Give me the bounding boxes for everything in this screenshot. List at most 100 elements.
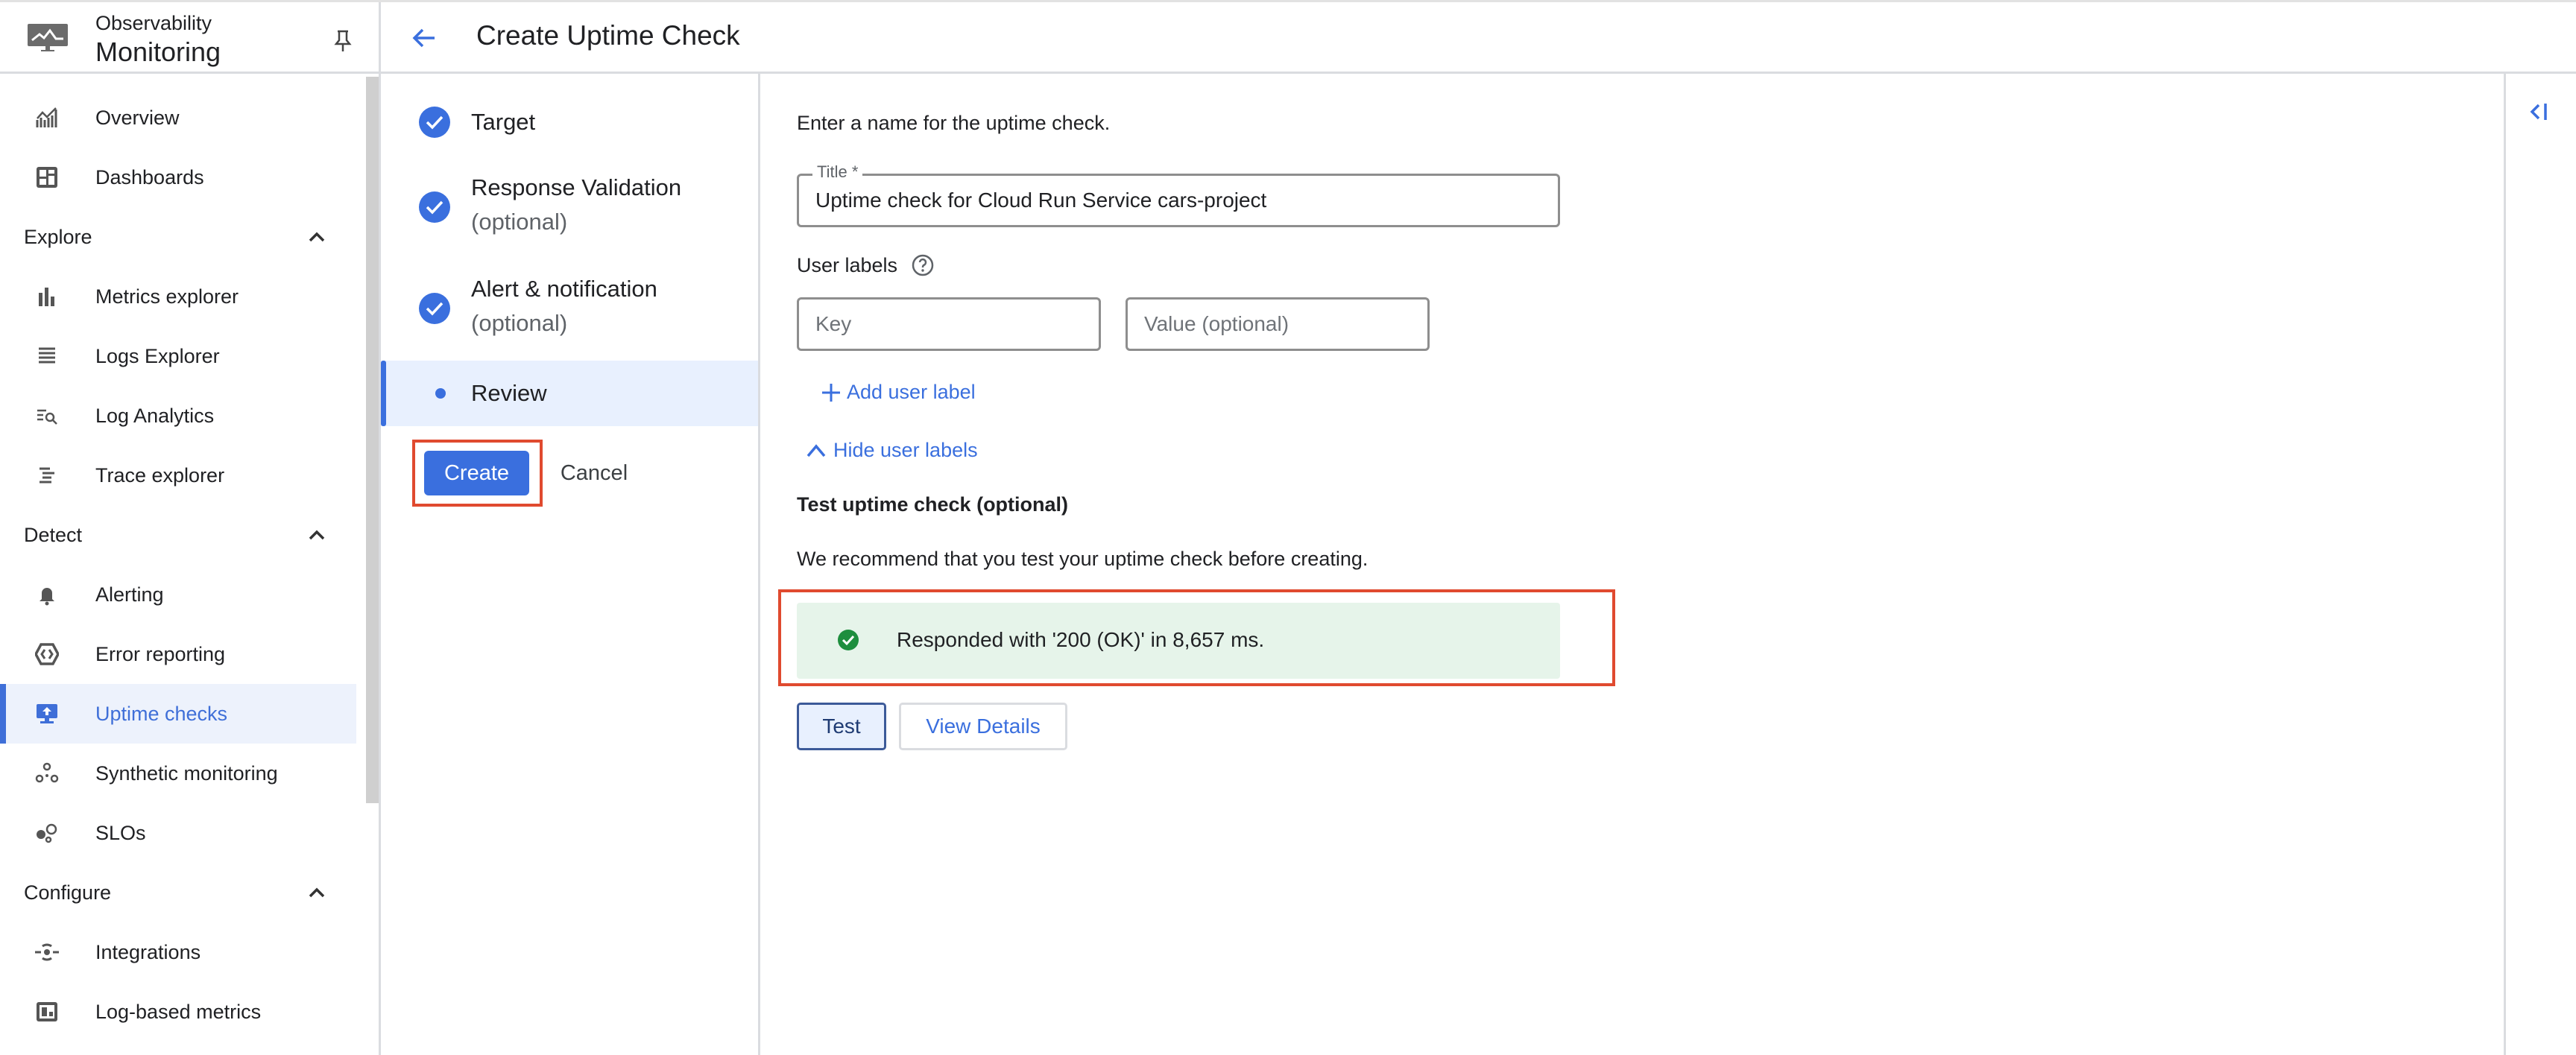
- collapsed-side-panel: [2504, 74, 2576, 1055]
- sidebar-item-log-analytics[interactable]: Log Analytics: [0, 386, 356, 446]
- section-label: Detect: [24, 523, 83, 546]
- check-circle-icon: [838, 630, 859, 650]
- user-labels-label: User labels: [797, 253, 898, 276]
- step-response-validation[interactable]: Response Validation (optional): [381, 171, 758, 239]
- sidebar-item-label: Error reporting: [95, 642, 226, 665]
- step-review[interactable]: Review: [381, 361, 758, 426]
- check-circle-icon: [419, 107, 450, 138]
- sidebar-item-trace-explorer[interactable]: Trace explorer: [0, 446, 356, 505]
- title-input-value[interactable]: Uptime check for Cloud Run Service cars-…: [815, 188, 1266, 212]
- step-alert-notification[interactable]: Alert & notification (optional): [381, 272, 758, 340]
- test-section-heading: Test uptime check (optional): [797, 493, 1069, 516]
- overview-chart-icon: [34, 105, 60, 130]
- sidebar-scrollbar[interactable]: [366, 77, 379, 803]
- step-label: Target: [471, 109, 536, 135]
- sidebar-item-metrics-explorer[interactable]: Metrics explorer: [0, 267, 356, 326]
- step-label: Response Validation: [471, 174, 682, 200]
- check-circle-icon: [419, 293, 450, 324]
- monitoring-product-icon: [28, 24, 68, 51]
- sidebar-item-overview[interactable]: Overview: [0, 88, 356, 148]
- dashboard-icon: [34, 165, 60, 190]
- list-icon: [34, 343, 60, 369]
- log-search-icon: [34, 403, 60, 428]
- view-details-button[interactable]: View Details: [899, 703, 1067, 750]
- back-arrow-icon[interactable]: [408, 22, 441, 54]
- chevron-up-icon[interactable]: [306, 525, 328, 545]
- title-field-label: Title *: [812, 162, 863, 182]
- bar-chart-icon: [34, 284, 60, 309]
- create-button[interactable]: Create: [424, 451, 529, 495]
- section-label: Configure: [24, 881, 112, 904]
- label-value-field[interactable]: Value (optional): [1126, 297, 1430, 351]
- sidebar-item-label: Log-based metrics: [95, 1000, 262, 1023]
- bell-icon: [34, 582, 60, 607]
- hide-user-labels-button[interactable]: Hide user labels: [805, 439, 978, 462]
- log-metrics-icon: [34, 999, 60, 1024]
- step-label: Alert & notification: [471, 276, 657, 302]
- product-header: Observability Monitoring: [0, 2, 379, 74]
- sidebar-item-log-based-metrics[interactable]: Log-based metrics: [0, 982, 356, 1042]
- sidebar-item-label: Integrations: [95, 940, 201, 963]
- label-key-field[interactable]: Key: [797, 297, 1101, 351]
- product-name: Monitoring: [95, 37, 221, 67]
- section-label: Explore: [24, 225, 92, 248]
- current-step-dot-icon: [435, 388, 446, 399]
- sidebar-item-error-reporting[interactable]: Error reporting: [0, 624, 356, 684]
- step-optional-label: (optional): [471, 209, 568, 235]
- expand-panel-icon[interactable]: [2528, 101, 2551, 123]
- plus-icon: [822, 383, 840, 402]
- step-optional-label: (optional): [471, 310, 568, 336]
- chevron-up-icon[interactable]: [306, 883, 328, 902]
- section-configure[interactable]: Configure: [24, 874, 352, 911]
- test-button[interactable]: Test: [797, 703, 886, 750]
- sidebar-item-label: Alerting: [95, 583, 164, 606]
- sidebar-item-synthetic-monitoring[interactable]: Synthetic monitoring: [0, 744, 356, 803]
- sidebar-item-uptime-checks[interactable]: Uptime checks: [0, 684, 356, 744]
- step-target[interactable]: Target: [381, 104, 758, 141]
- sidebar-item-label: Overview: [95, 106, 180, 129]
- slo-icon: [34, 820, 60, 846]
- check-circle-icon: [419, 191, 450, 223]
- error-reporting-icon: [34, 641, 60, 667]
- pin-icon[interactable]: [334, 29, 352, 53]
- sidebar-item-alerting[interactable]: Alerting: [0, 565, 356, 624]
- sidebar-item-label: SLOs: [95, 821, 146, 844]
- step-label: Review: [471, 380, 547, 406]
- key-placeholder: Key: [815, 312, 852, 335]
- section-detect[interactable]: Detect: [24, 516, 352, 554]
- help-icon[interactable]: [911, 253, 935, 277]
- section-explore[interactable]: Explore: [24, 218, 352, 256]
- review-form: Enter a name for the uptime check. Title…: [760, 74, 2504, 1055]
- sidebar-item-slos[interactable]: SLOs: [0, 803, 356, 863]
- add-user-label-button[interactable]: Add user label: [820, 381, 976, 404]
- page-title: Create Uptime Check: [476, 20, 740, 51]
- add-user-label-text: Add user label: [847, 381, 976, 403]
- integrations-icon: [34, 940, 60, 965]
- title-field[interactable]: Title * Uptime check for Cloud Run Servi…: [797, 162, 1560, 227]
- uptime-monitor-icon: [34, 701, 60, 726]
- sidebar-item-integrations[interactable]: Integrations: [0, 922, 356, 982]
- sidebar: Observability Monitoring Overview Dashbo…: [0, 2, 381, 1055]
- hide-user-labels-text: Hide user labels: [833, 439, 978, 461]
- sidebar-item-label: Trace explorer: [95, 463, 225, 487]
- sidebar-item-dashboards[interactable]: Dashboards: [0, 148, 356, 207]
- stepper: Target Response Validation (optional) Al…: [381, 74, 760, 1055]
- sidebar-item-label: Uptime checks: [95, 702, 228, 725]
- value-placeholder: Value (optional): [1144, 312, 1289, 335]
- test-result-banner: Responded with '200 (OK)' in 8,657 ms.: [797, 603, 1560, 679]
- chevron-up-icon: [806, 443, 826, 457]
- sidebar-item-label: Metrics explorer: [95, 285, 239, 308]
- test-result-message: Responded with '200 (OK)' in 8,657 ms.: [897, 628, 1265, 651]
- cancel-button[interactable]: Cancel: [546, 451, 643, 495]
- product-supertitle: Observability: [95, 12, 212, 34]
- chevron-up-icon[interactable]: [306, 227, 328, 247]
- sidebar-item-label: Logs Explorer: [95, 344, 220, 367]
- sidebar-item-logs-explorer[interactable]: Logs Explorer: [0, 326, 356, 386]
- trace-icon: [34, 463, 60, 488]
- sidebar-item-label: Synthetic monitoring: [95, 761, 278, 785]
- sidebar-item-label: Log Analytics: [95, 404, 215, 427]
- page-header: Create Uptime Check: [381, 2, 2576, 74]
- user-labels-heading: User labels: [797, 253, 935, 277]
- test-recommendation-text: We recommend that you test your uptime c…: [797, 548, 1368, 570]
- sidebar-item-label: Dashboards: [95, 165, 204, 188]
